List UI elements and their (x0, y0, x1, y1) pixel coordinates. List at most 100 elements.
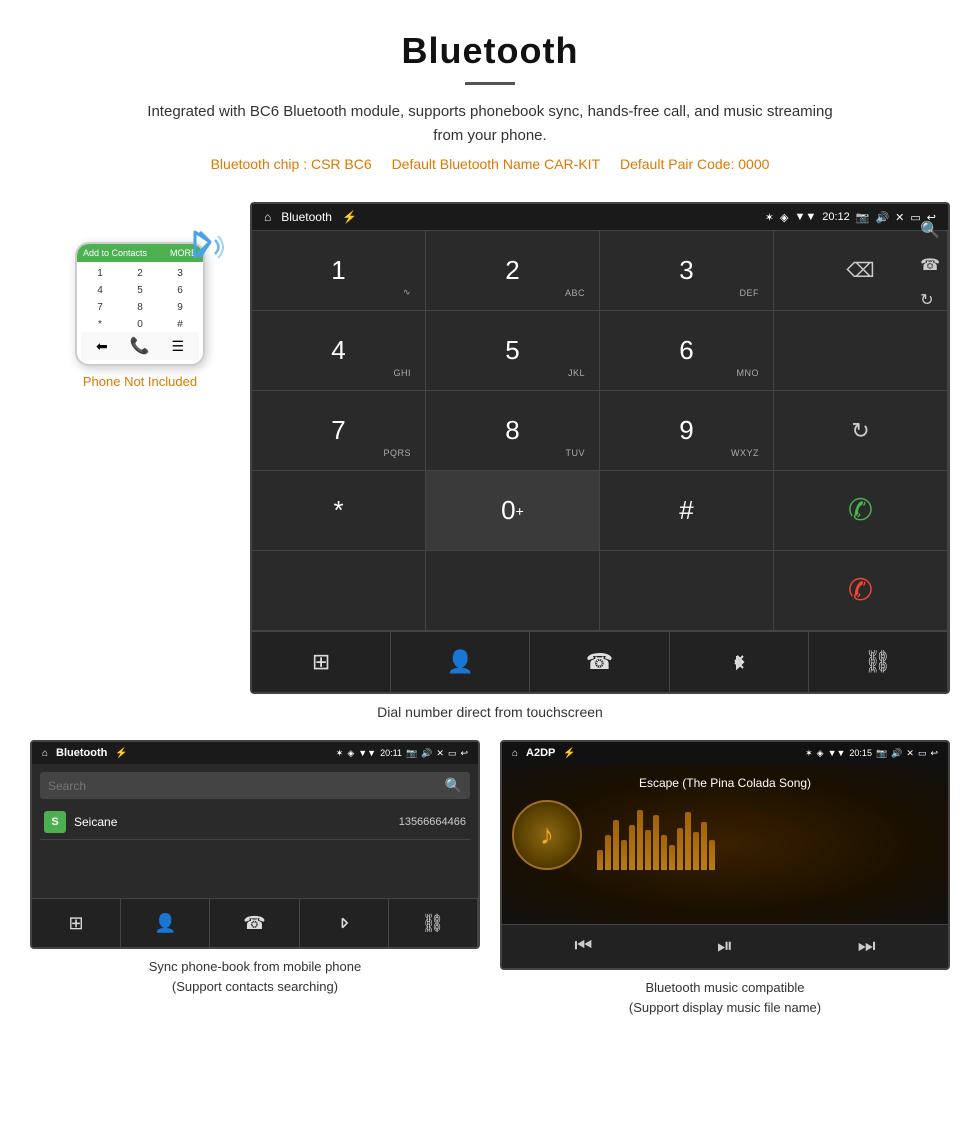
eq-bar (685, 812, 691, 870)
pb-phone-btn[interactable]: ☎ (210, 899, 299, 947)
dial-call-red[interactable]: ✆ (774, 551, 948, 631)
dial-key-3[interactable]: 3 DEF (600, 231, 774, 311)
dial-key-1[interactable]: 1 ∿ (252, 231, 426, 311)
volume-icon[interactable]: 🔊 (875, 211, 889, 224)
bt-status-icon: ✶ (765, 211, 774, 224)
key-2[interactable]: 2 (121, 266, 159, 281)
main-screen-wrapper: Add to Contacts MORE 1 2 3 4 5 6 7 8 9 *… (0, 202, 980, 694)
eq-bar (629, 825, 635, 870)
pb-vol-icon[interactable]: 🔊 (421, 748, 432, 759)
phone-not-included: Phone Not Included (83, 374, 197, 389)
music-song-title: Escape (The Pina Colada Song) (639, 776, 811, 790)
music-back-icon[interactable]: ↩ (930, 748, 938, 759)
music-vol-icon[interactable]: 🔊 (891, 748, 902, 759)
dial-empty-4 (600, 551, 774, 631)
pb-cam-icon[interactable]: 📷 (406, 748, 417, 759)
search-icon: 🔍 (445, 777, 462, 794)
dial-key-4[interactable]: 4 GHI (252, 311, 426, 391)
next-btn[interactable]: ⏭ (858, 935, 876, 958)
bottom-grid-btn[interactable]: ⊞ (252, 632, 391, 692)
dial-key-2[interactable]: 2 ABC (426, 231, 600, 311)
phone-mock-header-text: Add to Contacts (83, 248, 147, 258)
status-time: 20:12 (822, 211, 850, 223)
pb-link-btn[interactable]: ⛓ (389, 899, 478, 947)
music-note-icon: ♪ (540, 819, 554, 851)
dial-key-star[interactable]: * (252, 471, 426, 551)
dial-refresh[interactable]: ↻ (774, 391, 948, 471)
pb-close-icon[interactable]: ✕ (436, 748, 444, 759)
camera-icon[interactable]: 📷 (856, 211, 870, 224)
dial-key-8[interactable]: 8 TUV (426, 391, 600, 471)
music-window-icon[interactable]: ▭ (918, 748, 927, 759)
prev-btn[interactable]: ⏮ (574, 935, 592, 958)
music-cam-icon[interactable]: 📷 (876, 748, 887, 759)
eq-bar (709, 840, 715, 870)
music-caption: Bluetooth music compatible(Support displ… (629, 978, 821, 1017)
home-icon[interactable]: ⌂ (264, 210, 271, 224)
status-right: ✶ ◈ ▼▼ 20:12 📷 🔊 ✕ ▭ ↩ (765, 211, 936, 224)
pb-wifi-icon: ▼▼ (358, 748, 376, 758)
dial-call-green[interactable]: ✆ (774, 471, 948, 551)
dial-key-5[interactable]: 5 JKL (426, 311, 600, 391)
bottom-link-btn[interactable]: ⛓ (809, 632, 948, 692)
key-star[interactable]: * (81, 317, 119, 332)
dial-key-7[interactable]: 7 PQRS (252, 391, 426, 471)
key-0[interactable]: 0 (121, 317, 159, 332)
bottom-phone-btn[interactable]: ☎ (530, 632, 669, 692)
bt-name: Default Bluetooth Name CAR-KIT (392, 156, 601, 172)
pb-person-btn[interactable]: 👤 (121, 899, 210, 947)
usb-icon: ⚡ (342, 210, 357, 224)
music-close-icon[interactable]: ✕ (906, 748, 914, 759)
pb-back-icon[interactable]: ↩ (460, 748, 468, 759)
phone-back-icon[interactable]: ⬅ (96, 338, 108, 355)
key-5[interactable]: 5 (121, 283, 159, 298)
key-4[interactable]: 4 (81, 283, 119, 298)
pb-window-icon[interactable]: ▭ (448, 748, 457, 759)
dial-key-6[interactable]: 6 MNO (600, 311, 774, 391)
key-8-sublabel: TUV (566, 448, 586, 458)
eq-bar (669, 845, 675, 870)
eq-bar (677, 828, 683, 870)
pb-home-icon[interactable]: ⌂ (42, 748, 48, 759)
contact-avatar: S (44, 811, 66, 833)
location-icon: ◈ (780, 211, 788, 224)
pb-bt-btn[interactable] (300, 899, 389, 947)
contact-name[interactable]: Seicane (74, 815, 391, 829)
pb-body: 🔍 S Seicane 13566664466 (32, 764, 478, 848)
phone-call-icon[interactable]: 📞 (130, 336, 150, 356)
pb-search-input[interactable] (48, 779, 439, 793)
status-left: ⌂ Bluetooth ⚡ (264, 210, 357, 224)
bt-chip: Bluetooth chip : CSR BC6 (211, 156, 372, 172)
bottom-bt-btn[interactable] (670, 632, 809, 692)
bottom-person-btn[interactable]: 👤 (391, 632, 530, 692)
page-description: Integrated with BC6 Bluetooth module, su… (140, 100, 840, 148)
key-3-sublabel: DEF (740, 288, 760, 298)
dial-empty-3 (426, 551, 600, 631)
pb-grid-btn[interactable]: ⊞ (32, 899, 121, 947)
pb-bt-icon: ✶ (336, 748, 344, 759)
phonebook-block: ⌂ Bluetooth ⚡ ✶ ◈ ▼▼ 20:11 📷 🔊 ✕ ▭ ↩ (30, 740, 480, 1017)
phonebook-screen: ⌂ Bluetooth ⚡ ✶ ◈ ▼▼ 20:11 📷 🔊 ✕ ▭ ↩ (30, 740, 480, 949)
music-body: Escape (The Pina Colada Song) ♪ (502, 764, 948, 924)
key-4-sublabel: GHI (393, 368, 411, 378)
key-9[interactable]: 9 (161, 300, 199, 315)
key-7[interactable]: 7 (81, 300, 119, 315)
page-header: Bluetooth Integrated with BC6 Bluetooth … (0, 0, 980, 202)
dial-key-hash[interactable]: # (600, 471, 774, 551)
dial-key-9[interactable]: 9 WXYZ (600, 391, 774, 471)
key-9-sublabel: WXYZ (731, 448, 759, 458)
phone-menu-icon[interactable]: ☰ (171, 338, 184, 355)
key-5-sublabel: JKL (568, 368, 585, 378)
dial-key-0[interactable]: 0+ (426, 471, 600, 551)
key-8[interactable]: 8 (121, 300, 159, 315)
key-hash[interactable]: # (161, 317, 199, 332)
play-pause-btn[interactable]: ⏯ (717, 935, 733, 958)
key-6[interactable]: 6 (161, 283, 199, 298)
call-red-icon: ✆ (848, 573, 873, 608)
eq-bar (693, 832, 699, 870)
music-home-icon[interactable]: ⌂ (512, 748, 518, 759)
key-1[interactable]: 1 (81, 266, 119, 281)
music-screen: ⌂ A2DP ⚡ ✶ ◈ ▼▼ 20:15 📷 🔊 ✕ ▭ ↩ (500, 740, 950, 970)
eq-bar (613, 820, 619, 870)
close-status-icon[interactable]: ✕ (895, 211, 904, 224)
